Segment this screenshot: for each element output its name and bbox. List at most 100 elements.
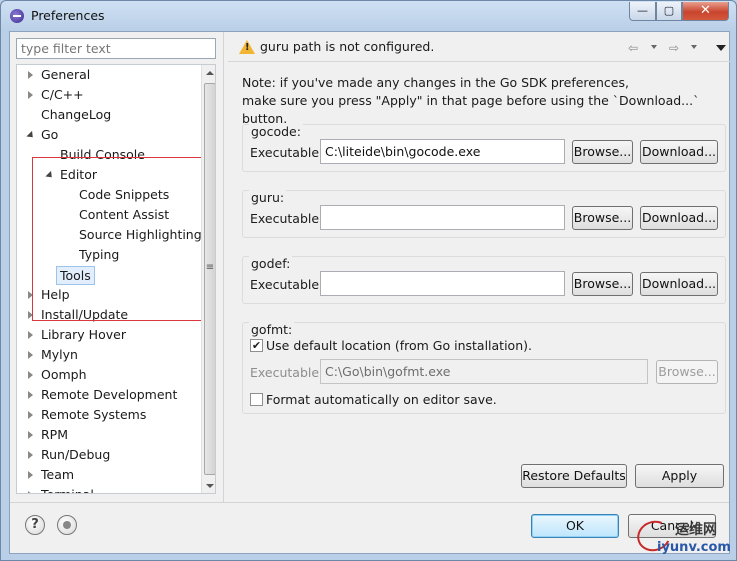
gocode-executable-label: Executable: xyxy=(250,145,324,160)
warning-icon xyxy=(239,40,255,54)
tree-item-label: Run/Debug xyxy=(41,447,111,462)
gofmt-path-input[interactable]: C:\Go\bin\gofmt.exe xyxy=(320,359,648,384)
tree-item[interactable]: Team xyxy=(17,465,201,485)
format-auto-checkbox[interactable] xyxy=(250,393,263,406)
tree-item[interactable]: C/C++ xyxy=(17,85,201,105)
minimize-button[interactable]: — xyxy=(629,2,656,21)
gocode-browse-button[interactable]: Browse... xyxy=(572,140,633,164)
collapsed-arrow-icon[interactable] xyxy=(28,371,33,379)
scroll-up-arrow-icon[interactable] xyxy=(206,71,214,75)
dialog-client-area: GeneralC/C++ChangeLogGoBuild ConsoleEdit… xyxy=(9,31,731,554)
tree-item[interactable]: Mylyn xyxy=(17,345,201,365)
ok-button[interactable]: OK xyxy=(531,514,619,538)
header-message: guru path is not configured. xyxy=(260,39,435,54)
note-line-1: Note: if you've made any changes in the … xyxy=(242,75,629,90)
forward-arrow-icon[interactable]: ⇨ xyxy=(669,41,679,55)
tree-item[interactable]: Remote Development xyxy=(17,385,201,405)
tree-item[interactable]: RPM xyxy=(17,425,201,445)
use-default-checkbox[interactable]: ✔ xyxy=(250,339,263,352)
scroll-down-arrow-icon[interactable] xyxy=(206,484,214,488)
preferences-window: Preferences — ▢ ✕ General C/C++ ChangeLog G… xyxy=(0,0,737,561)
tree-item-label: Oomph xyxy=(41,367,87,382)
tree-item[interactable]: Run/Debug xyxy=(17,445,201,465)
close-button[interactable]: ✕ xyxy=(682,2,729,21)
godef-group-title: godef: xyxy=(249,256,293,271)
record-macro-icon[interactable] xyxy=(57,515,77,535)
gofmt-group: gofmt: ✔ Use default location (from Go i… xyxy=(242,322,726,414)
eclipse-logo-icon xyxy=(10,9,24,23)
gocode-path-input[interactable]: C:\liteide\bin\gocode.exe xyxy=(320,139,565,164)
collapsed-arrow-icon[interactable] xyxy=(28,431,33,439)
tree-item-label: Remote Development xyxy=(41,387,178,402)
use-default-label[interactable]: Use default location (from Go installati… xyxy=(266,338,532,353)
tree-item[interactable]: General xyxy=(17,65,201,85)
tree-item-label: Remote Systems xyxy=(41,407,147,422)
splitter[interactable] xyxy=(223,32,224,502)
tree-item[interactable]: Go xyxy=(17,125,201,145)
tree-item-label: Library Hover xyxy=(41,327,126,342)
tree-item-label: Mylyn xyxy=(41,347,78,362)
window-title: Preferences xyxy=(31,8,105,23)
page-header: guru path is not configured. ⇦ ⇨ xyxy=(228,32,731,62)
collapsed-arrow-icon[interactable] xyxy=(28,91,33,99)
tree-item-label: Terminal xyxy=(41,485,94,493)
tree-item[interactable]: Library Hover xyxy=(17,325,201,345)
view-menu-icon[interactable] xyxy=(716,45,726,51)
tree-item[interactable]: Oomph xyxy=(17,365,201,385)
watermark-text: 运维网 xyxy=(675,522,717,538)
gofmt-group-title: gofmt: xyxy=(249,322,295,337)
godef-download-button[interactable]: Download... xyxy=(640,272,718,296)
watermark: 运维网 iyunv.com xyxy=(629,516,737,561)
tree-item-label: Team xyxy=(41,467,75,482)
gocode-download-button[interactable]: Download... xyxy=(640,140,718,164)
footer-separator xyxy=(10,502,729,503)
guru-executable-label: Executable: xyxy=(250,211,324,226)
expanded-arrow-icon[interactable] xyxy=(26,130,36,141)
collapsed-arrow-icon[interactable] xyxy=(28,491,33,493)
guru-path-input[interactable] xyxy=(320,205,565,230)
preference-tree: General C/C++ ChangeLog Go Build Console Edit… xyxy=(16,64,216,494)
tree-item-label: Go xyxy=(41,127,59,142)
guru-browse-button[interactable]: Browse... xyxy=(572,206,633,230)
collapsed-arrow-icon[interactable] xyxy=(28,411,33,419)
watermark-url: iyunv.com xyxy=(657,540,731,555)
guru-group-title: guru: xyxy=(249,190,287,205)
gofmt-executable-label: Executable: xyxy=(250,365,324,380)
tree-item[interactable]: Terminal xyxy=(17,485,201,493)
help-icon[interactable]: ? xyxy=(25,515,45,535)
tree-item-label: RPM xyxy=(41,427,69,442)
collapsed-arrow-icon[interactable] xyxy=(28,331,33,339)
forward-dropdown-icon[interactable] xyxy=(691,45,697,49)
godef-path-input[interactable] xyxy=(320,271,565,296)
gocode-group: gocode: Executable: C:\liteide\bin\gocod… xyxy=(242,124,726,172)
back-arrow-icon[interactable]: ⇦ xyxy=(628,41,638,55)
godef-browse-button[interactable]: Browse... xyxy=(572,272,633,296)
highlight-box xyxy=(32,157,204,321)
format-auto-label[interactable]: Format automatically on editor save. xyxy=(266,392,497,407)
scroll-thumb[interactable] xyxy=(204,83,215,475)
gocode-group-title: gocode: xyxy=(249,124,303,139)
maximize-button[interactable]: ▢ xyxy=(656,2,682,21)
tree-item-label: General xyxy=(41,67,91,82)
title-bar[interactable]: Preferences — ▢ ✕ xyxy=(1,1,736,31)
apply-button[interactable]: Apply xyxy=(635,464,724,488)
collapsed-arrow-icon[interactable] xyxy=(28,451,33,459)
tree-item-label: ChangeLog xyxy=(41,107,112,122)
tree-item[interactable]: ChangeLog xyxy=(17,105,201,125)
back-dropdown-icon[interactable] xyxy=(651,45,657,49)
guru-download-button[interactable]: Download... xyxy=(640,206,718,230)
collapsed-arrow-icon[interactable] xyxy=(28,471,33,479)
collapsed-arrow-icon[interactable] xyxy=(28,351,33,359)
collapsed-arrow-icon[interactable] xyxy=(28,391,33,399)
godef-executable-label: Executable: xyxy=(250,277,324,292)
guru-group: guru: Executable: Browse... Download... xyxy=(242,190,726,238)
restore-defaults-button[interactable]: Restore Defaults xyxy=(521,464,627,488)
note-line-2: make sure you press "Apply" in that page… xyxy=(242,93,700,126)
gofmt-browse-button[interactable]: Browse... xyxy=(656,360,718,384)
collapsed-arrow-icon[interactable] xyxy=(28,71,33,79)
note-text: Note: if you've made any changes in the … xyxy=(242,74,729,128)
tree-item[interactable]: Remote Systems xyxy=(17,405,201,425)
tree-scrollbar[interactable] xyxy=(201,65,215,493)
tree-item-label: C/C++ xyxy=(41,87,84,102)
filter-input[interactable] xyxy=(16,38,216,59)
